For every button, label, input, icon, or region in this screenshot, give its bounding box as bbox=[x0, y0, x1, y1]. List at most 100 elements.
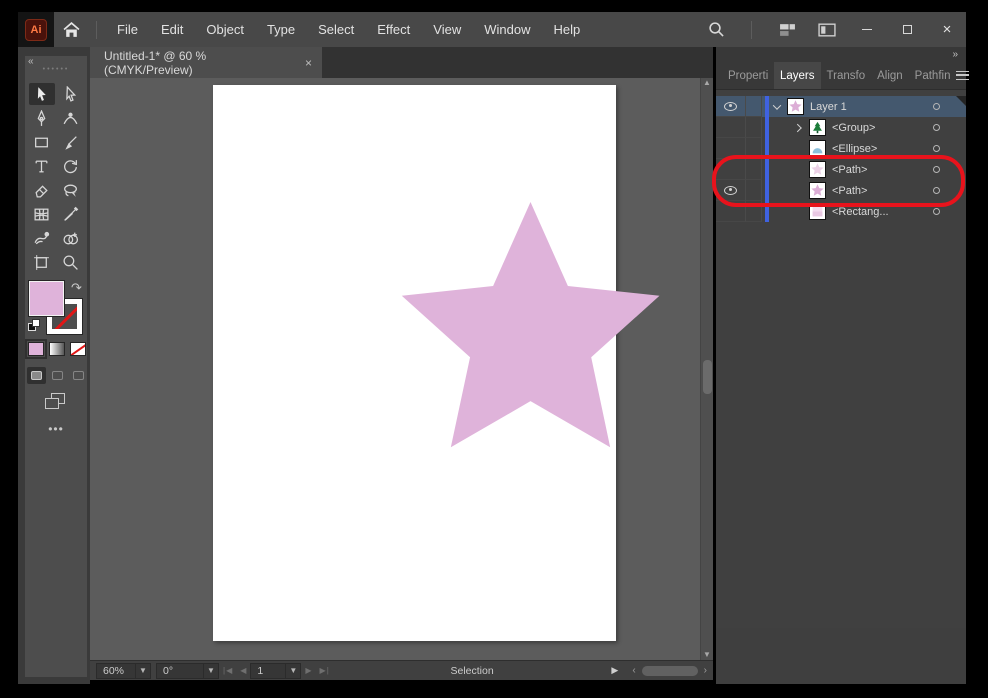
shape-builder-tool[interactable] bbox=[58, 227, 84, 249]
collapse-panels-icon[interactable]: » bbox=[952, 49, 958, 60]
document-tab[interactable]: Untitled-1* @ 60 % (CMYK/Preview) × bbox=[90, 47, 322, 78]
expand-chevron[interactable] bbox=[792, 125, 806, 131]
lock-toggle[interactable] bbox=[746, 96, 762, 117]
artboard-navigation-control[interactable]: 1 ▼ bbox=[250, 663, 301, 679]
rotation-dropdown-icon[interactable]: ▼ bbox=[203, 664, 218, 678]
lock-toggle[interactable] bbox=[746, 159, 762, 180]
artboard-number[interactable]: 1 bbox=[251, 665, 285, 677]
star-shape[interactable] bbox=[395, 202, 666, 473]
layer-row[interactable]: <Path> bbox=[716, 159, 966, 180]
minimize-button[interactable] bbox=[854, 18, 880, 42]
menu-help[interactable]: Help bbox=[553, 22, 580, 37]
lasso-tool[interactable] bbox=[58, 179, 84, 201]
rotate-tool[interactable] bbox=[58, 155, 84, 177]
tab-pathfin[interactable]: Pathfin bbox=[909, 62, 957, 89]
menu-type[interactable]: Type bbox=[267, 22, 295, 37]
layer-row[interactable]: <Ellipse> bbox=[716, 138, 966, 159]
last-artboard-button[interactable]: ▶ bbox=[316, 666, 333, 675]
layer-label[interactable]: <Group> bbox=[832, 122, 875, 134]
type-tool[interactable] bbox=[29, 155, 55, 177]
first-artboard-button[interactable]: ◀ bbox=[219, 666, 236, 675]
draw-normal-button[interactable] bbox=[27, 367, 46, 384]
menu-select[interactable]: Select bbox=[318, 22, 354, 37]
lock-toggle[interactable] bbox=[746, 180, 762, 201]
horizontal-scrollbar[interactable]: ‹ › bbox=[632, 665, 707, 676]
gradient-button[interactable] bbox=[49, 342, 65, 356]
target-circle[interactable] bbox=[933, 103, 940, 110]
eyedropper-tool[interactable] bbox=[58, 203, 84, 225]
zoom-dropdown-icon[interactable]: ▼ bbox=[135, 664, 150, 678]
visibility-toggle[interactable] bbox=[716, 180, 746, 201]
layer-thumbnail[interactable] bbox=[809, 203, 826, 220]
scroll-down-icon[interactable]: ▼ bbox=[703, 650, 711, 660]
target-circle[interactable] bbox=[933, 124, 940, 131]
paintbrush-tool[interactable] bbox=[58, 131, 84, 153]
horizontal-scroll-thumb[interactable] bbox=[642, 666, 698, 676]
canvas-area[interactable]: ▲ ▼ bbox=[90, 78, 713, 660]
zoom-tool[interactable] bbox=[58, 251, 84, 273]
menu-object[interactable]: Object bbox=[206, 22, 244, 37]
visibility-toggle[interactable] bbox=[716, 117, 746, 138]
layer-row[interactable]: <Rectang... bbox=[716, 201, 966, 222]
symbol-sprayer-tool[interactable] bbox=[29, 227, 55, 249]
previous-artboard-button[interactable]: ◀ bbox=[236, 666, 250, 675]
home-button[interactable] bbox=[54, 12, 88, 47]
expand-chevron[interactable] bbox=[770, 104, 784, 110]
menu-view[interactable]: View bbox=[433, 22, 461, 37]
artboard[interactable] bbox=[213, 85, 616, 641]
target-circle[interactable] bbox=[933, 187, 940, 194]
arrange-documents-button[interactable] bbox=[814, 18, 840, 42]
maximize-button[interactable] bbox=[894, 18, 920, 42]
eraser-tool[interactable] bbox=[29, 179, 55, 201]
lock-toggle[interactable] bbox=[746, 117, 762, 138]
lock-toggle[interactable] bbox=[746, 138, 762, 159]
scroll-up-icon[interactable]: ▲ bbox=[703, 78, 711, 88]
visibility-toggle[interactable] bbox=[716, 96, 746, 117]
visibility-toggle[interactable] bbox=[716, 201, 746, 222]
menu-window[interactable]: Window bbox=[484, 22, 530, 37]
tab-align[interactable]: Align bbox=[871, 62, 909, 89]
scroll-right-icon[interactable]: › bbox=[704, 665, 707, 676]
rectangle-tool[interactable] bbox=[29, 131, 55, 153]
direct-selection-tool[interactable] bbox=[58, 83, 84, 105]
artboard-tool[interactable] bbox=[29, 251, 55, 273]
document-tab-close-icon[interactable]: × bbox=[305, 56, 312, 70]
layer-row[interactable]: Layer 1 bbox=[716, 96, 966, 117]
none-button[interactable] bbox=[70, 342, 86, 356]
target-circle[interactable] bbox=[933, 208, 940, 215]
zoom-level-control[interactable]: 60% ▼ bbox=[96, 663, 151, 679]
toolbar-grip-handle[interactable]: •••••• bbox=[43, 66, 70, 73]
menu-effect[interactable]: Effect bbox=[377, 22, 410, 37]
rotation-value[interactable]: 0° bbox=[157, 665, 203, 677]
layer-label[interactable]: Layer 1 bbox=[810, 101, 847, 113]
next-artboard-button[interactable]: ▶ bbox=[301, 666, 315, 675]
status-flyout-icon[interactable]: ▶ bbox=[611, 665, 618, 676]
close-window-button[interactable]: × bbox=[934, 18, 960, 42]
layer-thumbnail[interactable] bbox=[809, 182, 826, 199]
default-fill-stroke-button[interactable] bbox=[28, 319, 41, 332]
zoom-level-value[interactable]: 60% bbox=[97, 665, 135, 677]
tab-properti[interactable]: Properti bbox=[722, 62, 774, 89]
search-button[interactable] bbox=[703, 18, 729, 42]
layer-label[interactable]: <Path> bbox=[832, 185, 867, 197]
fill-color-swatch[interactable] bbox=[29, 281, 64, 316]
collapse-toolbar-icon[interactable]: « bbox=[28, 56, 34, 67]
layer-label[interactable]: <Path> bbox=[832, 164, 867, 176]
pen-tool[interactable] bbox=[29, 107, 55, 129]
edit-toolbar-button[interactable]: ••• bbox=[48, 422, 64, 436]
tab-layers[interactable]: Layers bbox=[774, 62, 821, 89]
draw-behind-button[interactable] bbox=[48, 367, 67, 384]
artboard-dropdown-icon[interactable]: ▼ bbox=[285, 664, 300, 678]
visibility-toggle[interactable] bbox=[716, 138, 746, 159]
panel-menu-icon[interactable] bbox=[956, 71, 969, 80]
workspace-switcher-button[interactable] bbox=[774, 18, 800, 42]
tab-transfo[interactable]: Transfo bbox=[821, 62, 872, 89]
menu-file[interactable]: File bbox=[117, 22, 138, 37]
lock-toggle[interactable] bbox=[746, 201, 762, 222]
layer-label[interactable]: <Ellipse> bbox=[832, 143, 877, 155]
vertical-scroll-thumb[interactable] bbox=[703, 360, 712, 394]
menu-edit[interactable]: Edit bbox=[161, 22, 183, 37]
layer-thumbnail[interactable] bbox=[809, 161, 826, 178]
target-circle[interactable] bbox=[933, 166, 940, 173]
selection-tool[interactable] bbox=[29, 83, 55, 105]
